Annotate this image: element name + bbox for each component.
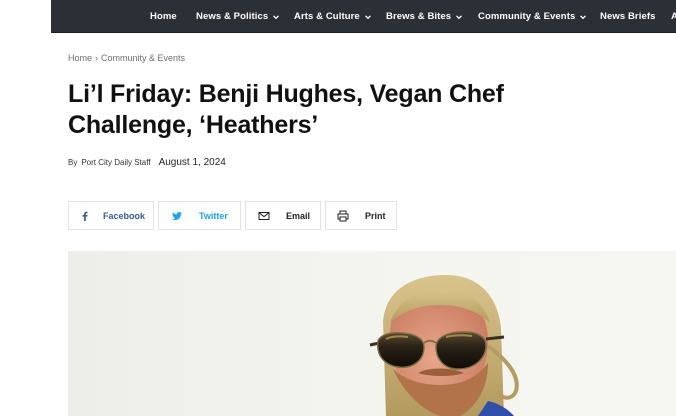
main-navigation: Home News & Politics Arts & Culture Brew… <box>51 0 676 33</box>
article-meta: By Port City Daily Staff August 1, 2024 <box>68 157 226 168</box>
share-email-label: Email <box>286 211 311 221</box>
nav-item-label: News Briefs <box>600 11 656 22</box>
chevron-down-icon <box>579 13 587 21</box>
chevron-down-icon <box>455 13 463 21</box>
breadcrumb: Home › Community & Events <box>68 53 185 63</box>
chevron-down-icon <box>364 13 372 21</box>
nav-item-label: News & Politics <box>196 11 269 22</box>
printer-icon <box>337 210 349 222</box>
hero-photo-illustration <box>369 275 519 416</box>
breadcrumb-separator: › <box>95 53 99 63</box>
byline-label: By <box>68 158 78 167</box>
nav-item-news-politics[interactable]: News & Politics <box>196 0 280 32</box>
breadcrumb-current-link[interactable]: Community & Events <box>101 53 185 63</box>
article-title: Li’l Friday: Benji Hughes, Vegan Chef Ch… <box>68 79 588 141</box>
nav-item-overflow[interactable]: A <box>671 0 676 32</box>
nav-item-community-events[interactable]: Community & Events <box>478 0 587 32</box>
nav-item-brews-bites[interactable]: Brews & Bites <box>386 0 463 32</box>
hero-image <box>68 251 676 416</box>
author-link[interactable]: Port City Daily Staff <box>81 158 150 167</box>
nav-item-label: Community & Events <box>478 11 576 22</box>
nav-item-news-briefs[interactable]: News Briefs <box>600 0 656 32</box>
chevron-down-icon <box>272 13 280 21</box>
article-title-line-1: Li’l Friday: Benji Hughes, Vegan Chef <box>68 80 504 108</box>
nav-item-home[interactable]: Home <box>150 0 177 32</box>
share-twitter-button[interactable]: Twitter <box>158 201 241 230</box>
nav-item-label: Brews & Bites <box>386 11 452 22</box>
share-print-label: Print <box>365 211 386 221</box>
envelope-icon <box>258 210 270 222</box>
publish-date: August 1, 2024 <box>158 157 226 168</box>
share-facebook-label: Facebook <box>103 211 146 221</box>
twitter-icon <box>171 210 183 222</box>
facebook-icon <box>79 210 91 222</box>
nav-item-label: Home <box>150 11 177 22</box>
share-email-button[interactable]: Email <box>245 201 321 230</box>
page-left-margin <box>0 0 51 416</box>
nav-item-label: A <box>671 11 676 22</box>
article-title-line-2: Challenge, ‘Heathers’ <box>68 111 319 139</box>
share-facebook-button[interactable]: Facebook <box>68 201 154 230</box>
breadcrumb-home-link[interactable]: Home <box>68 53 92 63</box>
nav-item-label: Arts & Culture <box>294 11 360 22</box>
share-print-button[interactable]: Print <box>325 201 397 230</box>
nav-item-arts-culture[interactable]: Arts & Culture <box>294 0 372 32</box>
share-twitter-label: Twitter <box>199 211 228 221</box>
